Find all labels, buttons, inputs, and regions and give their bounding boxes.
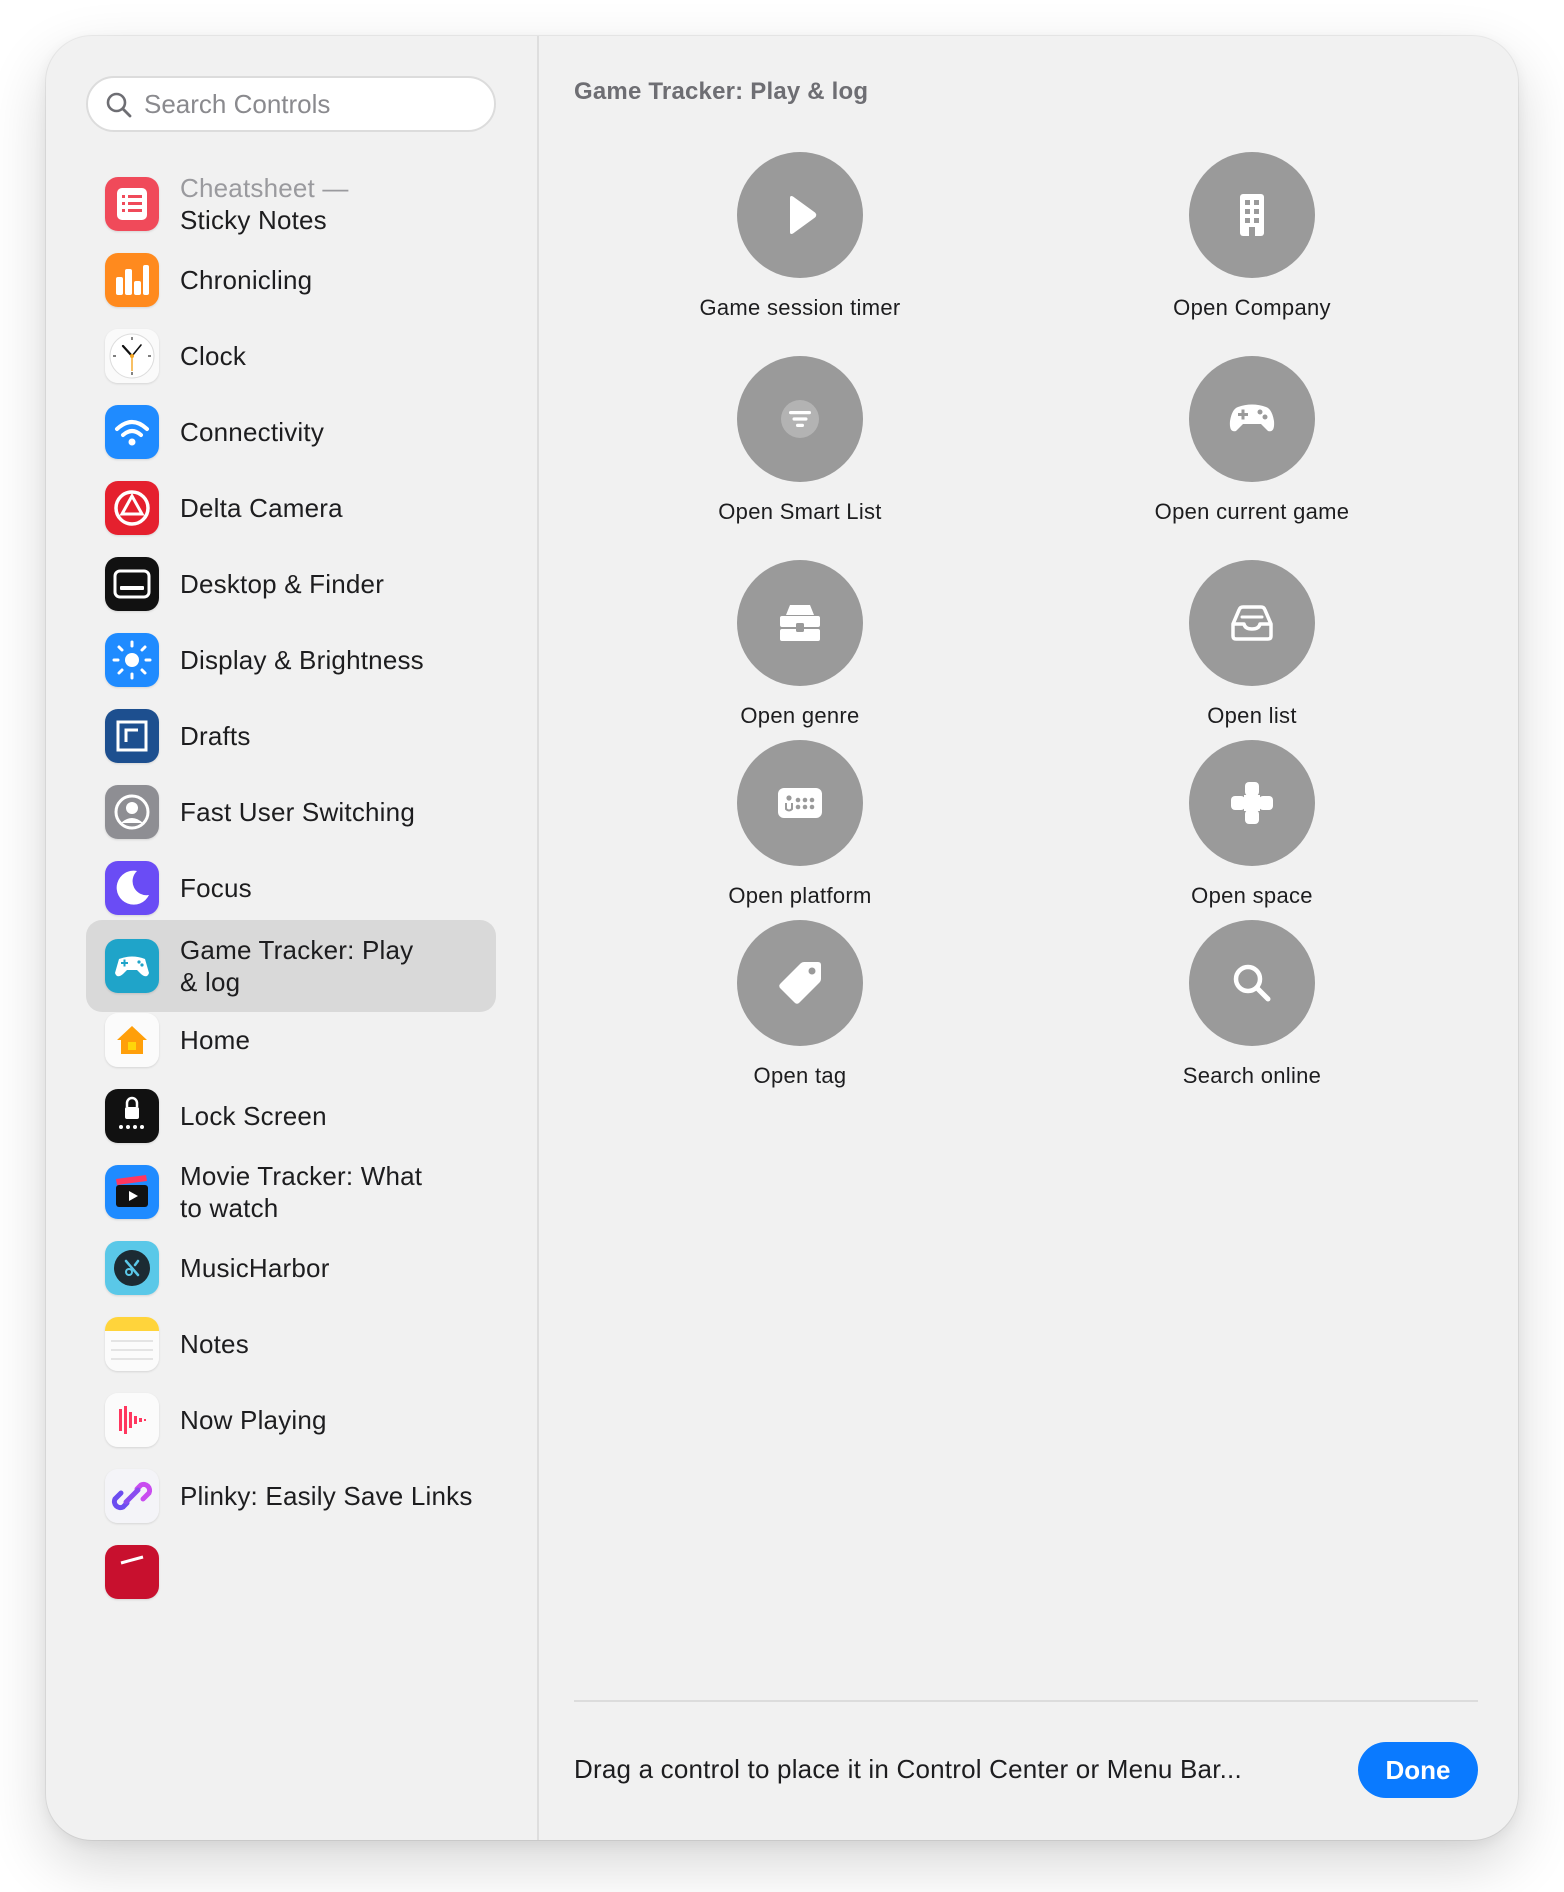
play-icon bbox=[737, 152, 863, 278]
cheatsheet-app-icon bbox=[105, 177, 159, 231]
sidebar-item-label: Display & Brightness bbox=[180, 645, 424, 675]
home-app-icon bbox=[105, 1013, 159, 1067]
search-field[interactable] bbox=[86, 76, 496, 132]
control-open-space[interactable]: Open space bbox=[1026, 740, 1478, 910]
sidebar-item-label: Cheatsheet — bbox=[180, 173, 349, 203]
control-open-tag[interactable]: Open tag bbox=[574, 920, 1026, 1090]
control-label: Open tag bbox=[753, 1063, 847, 1088]
now-playing-app-icon bbox=[105, 1393, 159, 1447]
user-switching-app-icon bbox=[105, 785, 159, 839]
dpad-icon bbox=[1189, 740, 1315, 866]
sidebar-item-label: Desktop & Finder bbox=[180, 569, 385, 599]
done-button[interactable]: Done bbox=[1358, 1742, 1478, 1798]
control-open-smart-list[interactable]: Open Smart List bbox=[574, 356, 1026, 526]
control-label: Search online bbox=[1182, 1063, 1322, 1088]
control-label: Open Company bbox=[1173, 295, 1331, 320]
sidebar-item-partial bbox=[46, 1526, 537, 1618]
tag-icon bbox=[737, 920, 863, 1046]
control-label: Open platform bbox=[728, 883, 872, 908]
sidebar-item-label: Delta Camera bbox=[180, 493, 343, 523]
control-open-company[interactable]: Open Company bbox=[1026, 152, 1478, 322]
lock-screen-app-icon bbox=[105, 1089, 159, 1143]
sidebar-item-label: Now Playing bbox=[180, 1405, 327, 1435]
sidebar-item-label: Clock bbox=[180, 341, 247, 371]
sidebar-item-label: Drafts bbox=[180, 721, 251, 751]
musicharbor-app-icon bbox=[105, 1241, 159, 1295]
section-title: Game Tracker: Play & log bbox=[574, 78, 869, 105]
game-tracker-app-icon bbox=[105, 939, 159, 993]
sidebar-item-label: Movie Tracker: What bbox=[180, 1161, 423, 1191]
sidebar-item-label: Lock Screen bbox=[180, 1101, 327, 1131]
control-game-session-timer[interactable]: Game session timer bbox=[574, 152, 1026, 322]
search-icon bbox=[106, 92, 132, 118]
footer-divider bbox=[574, 1700, 1478, 1702]
control-open-current-game[interactable]: Open current game bbox=[1026, 356, 1478, 526]
control-search-online[interactable]: Search online bbox=[1026, 920, 1478, 1090]
sidebar-item-label: Home bbox=[180, 1025, 251, 1055]
desktop-app-icon bbox=[105, 557, 159, 611]
control-label: Open genre bbox=[740, 703, 860, 728]
drafts-app-icon bbox=[105, 709, 159, 763]
tray-icon bbox=[1189, 560, 1315, 686]
control-label: Open space bbox=[1191, 883, 1313, 908]
control-open-genre[interactable]: Open genre bbox=[574, 560, 1026, 730]
chronicling-app-icon bbox=[105, 253, 159, 307]
plinky-app-icon bbox=[105, 1469, 159, 1523]
control-label: Open Smart List bbox=[718, 499, 882, 524]
partial-app-icon bbox=[105, 1545, 159, 1599]
sidebar-item-label: Chronicling bbox=[180, 265, 313, 295]
wifi-app-icon bbox=[105, 405, 159, 459]
magnifyingglass-icon bbox=[1189, 920, 1315, 1046]
sidebar-item-label-line2: to watch bbox=[180, 1193, 279, 1223]
sidebar-item-label-line2: Sticky Notes bbox=[180, 205, 327, 235]
control-label: Open list bbox=[1207, 703, 1297, 728]
movie-tracker-app-icon bbox=[105, 1165, 159, 1219]
delta-camera-app-icon bbox=[105, 481, 159, 535]
control-open-platform[interactable]: Open platform bbox=[574, 740, 1026, 910]
filter-list-icon bbox=[737, 356, 863, 482]
sidebar: Cheatsheet —Sticky Notes Chronicling Clo… bbox=[46, 36, 539, 1840]
controls-gallery-window: Cheatsheet —Sticky Notes Chronicling Clo… bbox=[46, 36, 1518, 1840]
sidebar-item-label: Focus bbox=[180, 873, 252, 903]
archivebox-icon bbox=[737, 560, 863, 686]
control-open-list[interactable]: Open list bbox=[1026, 560, 1478, 730]
sidebar-item-label: Game Tracker: Play bbox=[180, 935, 414, 965]
sidebar-item-label: Fast User Switching bbox=[180, 797, 415, 827]
control-label: Open current game bbox=[1154, 499, 1350, 524]
clock-app-icon bbox=[105, 329, 159, 383]
search-input[interactable] bbox=[144, 78, 484, 130]
sidebar-item-label: Connectivity bbox=[180, 417, 325, 447]
control-label: Game session timer bbox=[699, 295, 901, 320]
sidebar-item-label: MusicHarbor bbox=[180, 1253, 330, 1283]
sidebar-item-label: Notes bbox=[180, 1329, 249, 1359]
sidebar-item-label: Plinky: Easily Save Links bbox=[180, 1481, 473, 1511]
building-icon bbox=[1189, 152, 1315, 278]
notes-app-icon bbox=[105, 1317, 159, 1371]
focus-moon-app-icon bbox=[105, 861, 159, 915]
keyboard-icon bbox=[737, 740, 863, 866]
controls-panel: Game Tracker: Play & log Game session ti… bbox=[539, 36, 1518, 1840]
brightness-app-icon bbox=[105, 633, 159, 687]
gamecontroller-icon bbox=[1189, 356, 1315, 482]
footer-hint: Drag a control to place it in Control Ce… bbox=[574, 1754, 1242, 1784]
